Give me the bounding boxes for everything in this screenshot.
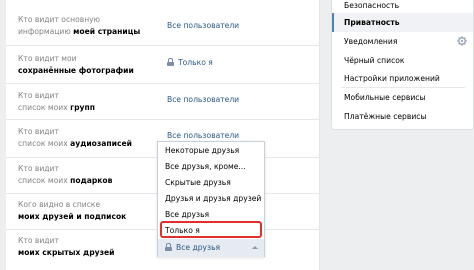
chevron-up-icon <box>252 246 258 249</box>
dropdown-option-hidden-friends[interactable]: Скрытые друзья <box>158 175 264 191</box>
menu-item-app-settings[interactable]: Настройки приложений <box>332 69 473 88</box>
privacy-question: Кто видит список моих аудиозаписей <box>18 127 132 148</box>
privacy-question: Кто видит моих скрытых друзей <box>18 236 115 257</box>
privacy-options-dropdown: Некоторые друзья Все друзья, кроме... Ск… <box>157 141 265 257</box>
privacy-value-link[interactable]: Только я <box>167 57 213 69</box>
highlight-frame <box>160 221 262 238</box>
gear-icon[interactable] <box>457 36 467 46</box>
menu-item-mobile-services[interactable]: Мобильные сервисы <box>332 88 473 107</box>
dropdown-option-all-friends-except[interactable]: Все друзья, кроме... <box>158 159 264 175</box>
privacy-question: Кто видит список моих групп <box>18 91 95 112</box>
menu-item-blacklist[interactable]: Чёрный список <box>332 51 473 70</box>
lock-icon <box>165 243 172 251</box>
lock-icon <box>167 58 174 66</box>
dropdown-option-friends-of-friends[interactable]: Друзья и друзья друзей <box>158 191 264 207</box>
privacy-value-link[interactable]: Все пользователи <box>167 94 239 106</box>
menu-item-notifications[interactable]: Уведомления <box>332 32 473 51</box>
privacy-question: Кто видит список моих подарков <box>18 164 113 185</box>
row-divider <box>6 45 320 46</box>
menu-item-privacy[interactable]: Приватность <box>332 13 473 32</box>
privacy-question: Кого видно в списке моих друзей и подпис… <box>18 200 127 221</box>
privacy-question: Кто видит основную информацию моей стран… <box>18 15 141 36</box>
privacy-value-link[interactable]: Все пользователи <box>167 20 239 32</box>
menu-item-payment-services[interactable]: Платёжные сервисы <box>332 107 473 126</box>
row-divider <box>6 119 320 120</box>
dropdown-option-some-friends[interactable]: Некоторые друзья <box>158 143 264 159</box>
privacy-question: Кто видит мои сохранённые фотографии <box>18 54 134 75</box>
settings-menu: Безопасность Приватность Уведомления Чёр… <box>331 0 474 130</box>
dropdown-current-value[interactable]: Все друзья <box>158 239 264 257</box>
row-divider <box>6 83 320 84</box>
